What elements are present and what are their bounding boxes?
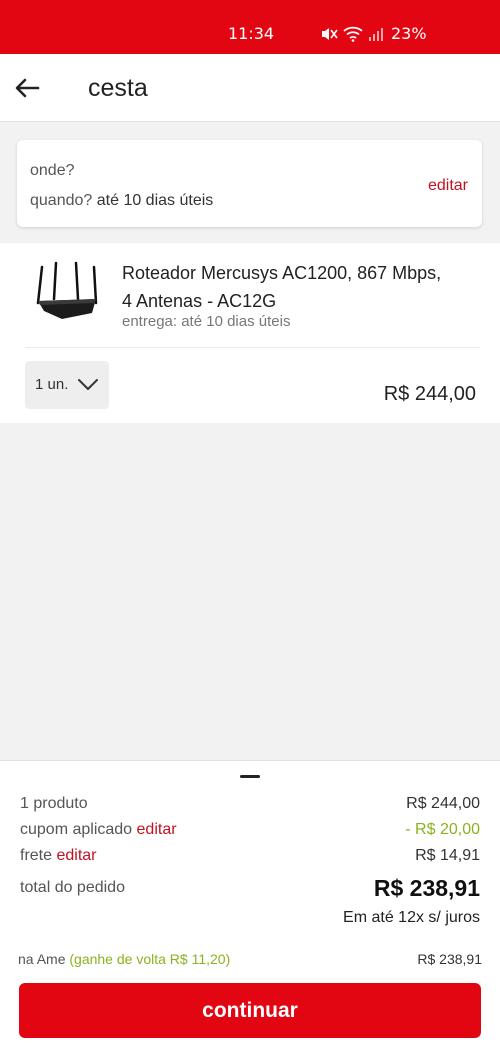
app-bar: cesta <box>0 54 500 122</box>
installments-note: Em até 12x s/ juros <box>343 909 480 926</box>
products-label: 1 produto <box>20 795 88 812</box>
quantity-value: 1 un. <box>35 376 69 393</box>
continue-button[interactable]: continuar <box>19 983 481 1038</box>
delivery-where-label: onde? <box>30 162 75 179</box>
product-delivery-estimate: entrega: até 10 dias úteis <box>122 313 291 330</box>
ame-label: na Ame <box>18 951 66 967</box>
delivery-when-value: até 10 dias úteis <box>96 192 214 209</box>
summary-total-row: total do pedido R$ 238,91 <box>20 875 480 901</box>
battery-level: 23% <box>391 24 427 43</box>
summary-shipping-row: frete editar R$ 14,91 <box>20 847 480 865</box>
order-summary: 1 produto R$ 244,00 cupom aplicado edita… <box>0 760 500 1056</box>
total-value: R$ 238,91 <box>373 875 480 901</box>
coupon-label: cupom aplicado <box>20 821 133 838</box>
status-icons: 23% <box>320 24 427 43</box>
total-label: total do pedido <box>20 879 125 896</box>
signal-icon <box>369 27 383 41</box>
status-bar: 11:34 23% <box>0 0 500 54</box>
drag-handle[interactable] <box>240 775 260 778</box>
arrow-left-icon[interactable] <box>14 76 40 100</box>
products-value: R$ 244,00 <box>406 795 480 812</box>
delivery-when-label: quando? <box>30 192 93 209</box>
cart-item: Roteador Mercusys AC1200, 867 Mbps, 4 An… <box>0 243 500 423</box>
status-time: 11:34 <box>228 24 275 43</box>
shipping-edit-link[interactable]: editar <box>56 847 96 864</box>
delivery-card: onde? quando? até 10 dias úteis editar <box>17 140 482 227</box>
coupon-edit-link[interactable]: editar <box>137 821 177 838</box>
product-price: R$ 244,00 <box>383 383 476 405</box>
ame-cashback: (ganhe de volta R$ 11,20) <box>69 951 231 967</box>
product-name[interactable]: Roteador Mercusys AC1200, 867 Mbps, 4 An… <box>122 259 442 315</box>
ame-value: R$ 238,91 <box>417 951 482 967</box>
quantity-selector[interactable]: 1 un. <box>25 361 109 409</box>
delivery-when: quando? até 10 dias úteis <box>30 192 213 210</box>
summary-products-row: 1 produto R$ 244,00 <box>20 795 480 813</box>
shipping-label: frete <box>20 847 53 864</box>
product-image <box>36 261 98 319</box>
page-title: cesta <box>88 74 148 102</box>
wifi-icon <box>343 26 363 42</box>
ame-payment-row: na Ame (ganhe de volta R$ 11,20) R$ 238,… <box>18 951 482 967</box>
divider <box>25 347 480 348</box>
coupon-value: - R$ 20,00 <box>405 821 480 838</box>
delivery-edit-link[interactable]: editar <box>428 177 468 195</box>
mute-icon <box>322 27 338 40</box>
shipping-value: R$ 14,91 <box>415 847 480 864</box>
summary-coupon-row: cupom aplicado editar - R$ 20,00 <box>20 821 480 839</box>
chevron-down-icon <box>78 379 98 390</box>
